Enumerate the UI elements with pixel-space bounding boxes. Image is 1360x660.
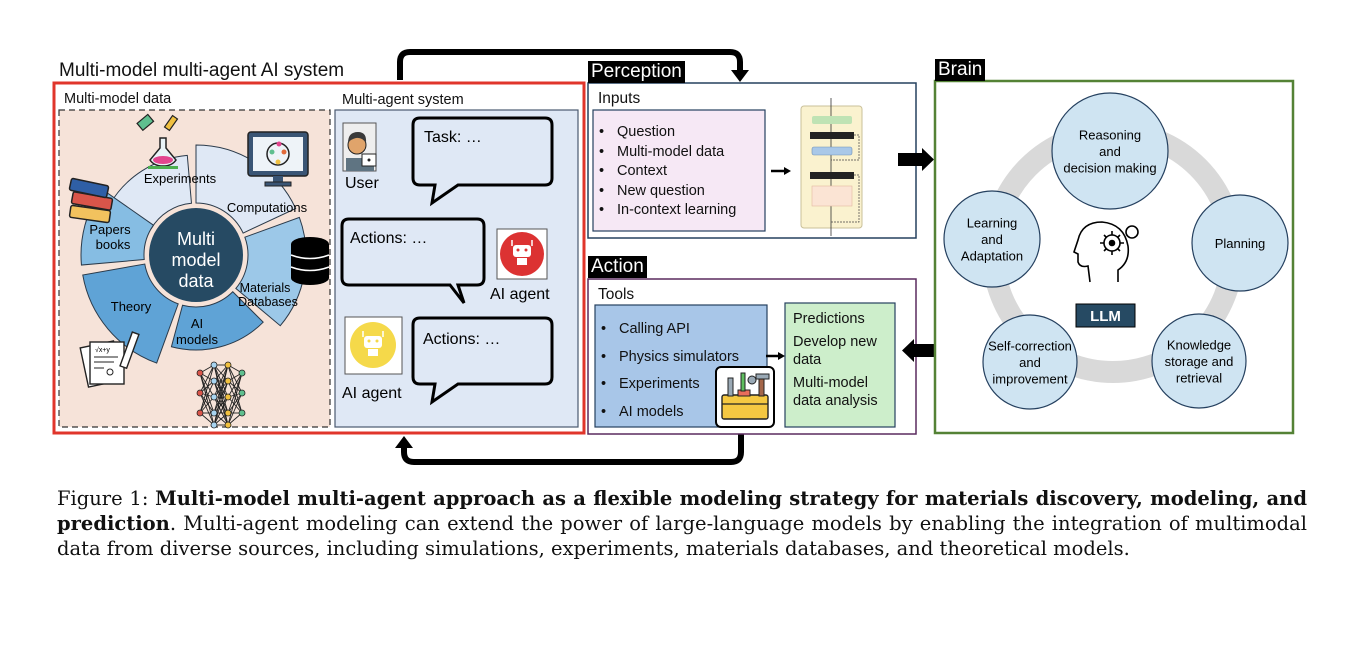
brain-node-label: improvement [992,372,1068,387]
segment-label-models: models [176,332,218,347]
transformer-icon [800,98,863,236]
nn-node [224,377,232,385]
nn-node [210,361,218,369]
caption-prefix: Figure 1: [57,487,156,510]
brain-node-label: Learning [967,216,1018,231]
center-line-2: model [171,250,220,270]
nn-node [210,393,218,401]
nn-node [210,409,218,417]
nn-node [210,421,218,429]
books-icon [68,177,114,224]
nn-node [224,393,232,401]
figure-caption: Figure 1: Multi-model multi-agent approa… [57,486,1307,561]
nn-node [224,409,232,417]
segment-label-databases: Databases [238,295,298,309]
brain-node-label: and [1099,144,1121,159]
nn-node [224,361,232,369]
nn-node [238,389,246,397]
segment-label-experiments: Experiments [144,171,217,186]
bubble-text-actions-1: Actions: … [350,230,427,247]
brain-node-label: storage and [1165,354,1234,369]
perception-title: Perception [588,61,685,83]
output-item: Develop new data [793,334,877,368]
nn-node [196,409,204,417]
segment-label-ai: AI [191,316,203,331]
input-item: Multi-model data [593,143,736,163]
perception-to-brain-arrow-head [922,148,934,171]
center-line-3: data [178,271,214,291]
nn-node [196,389,204,397]
brain-node-label: and [1019,355,1041,370]
llm-label: LLM [1090,308,1121,325]
brain-node-label: retrieval [1176,371,1222,386]
multi-model-data-title: Multi-model data [64,91,172,107]
segment-label-books: books [96,237,131,252]
brain-node-label: Adaptation [961,249,1023,264]
top-arrow-line [397,49,743,80]
user-avatar [342,122,377,172]
tool-item: Calling API [595,316,739,344]
svg-text:√x+y: √x+y [95,346,110,354]
ai-agent-label-2: AI agent [342,385,402,402]
inputs-list: Question Multi-model data Context New qu… [593,123,736,221]
segment-label-computations: Computations [227,200,308,215]
input-item: Question [593,123,736,143]
output-item: Predictions [793,311,865,327]
tools-title: Tools [598,286,635,303]
multi-agent-title: Multi-agent system [342,92,464,108]
input-item: Context [593,162,736,182]
brain-to-action-arrow [912,344,936,357]
tool-item: Experiments [595,371,739,399]
output-item: Multi-model data analysis [793,375,878,409]
tool-item: AI models [595,399,739,427]
robot-icon-yellow [344,316,403,375]
bubble-text-task: Task: … [424,129,482,146]
system-title: Multi-model multi-agent AI system [59,60,345,81]
segment-label-materials: Materials [240,281,291,295]
brain-node-label: and [981,232,1003,247]
inputs-title: Inputs [598,90,641,107]
nn-node [224,421,232,429]
center-line-1: Multi [177,229,215,249]
database-icon [290,237,330,285]
perception-to-brain-arrow [898,153,924,166]
outputs-list: Predictions Develop new data Multi-model… [793,310,893,410]
nn-node [210,377,218,385]
action-title: Action [588,256,647,278]
tool-item: Physics simulators [595,344,739,372]
brain-node-label: decision making [1063,161,1156,176]
ai-agent-label-1: AI agent [490,286,550,303]
bottom-arrow-line [401,432,744,465]
tools-list: Calling API Physics simulators Experimen… [595,316,739,426]
input-item: In-context learning [593,201,736,221]
brain-node-label: Knowledge [1167,338,1231,353]
brain-node-label: Self-correction [988,339,1072,354]
caption-rest: . Multi-agent modeling can extend the po… [57,512,1307,560]
robot-icon-red [496,228,548,280]
nn-node [196,369,204,377]
bubble-text-actions-2: Actions: … [423,331,500,348]
brain-title: Brain [935,59,986,81]
brain-node-label: Reasoning [1079,128,1141,143]
user-label: User [345,175,379,192]
input-item: New question [593,182,736,202]
nn-node [238,369,246,377]
bottom-arrow-head [395,436,413,448]
brain-node-label: Planning [1215,236,1266,251]
segment-label-theory: Theory [111,299,152,314]
segment-label-papers: Papers [89,222,131,237]
top-arrow-head [731,70,749,82]
nn-node [238,409,246,417]
